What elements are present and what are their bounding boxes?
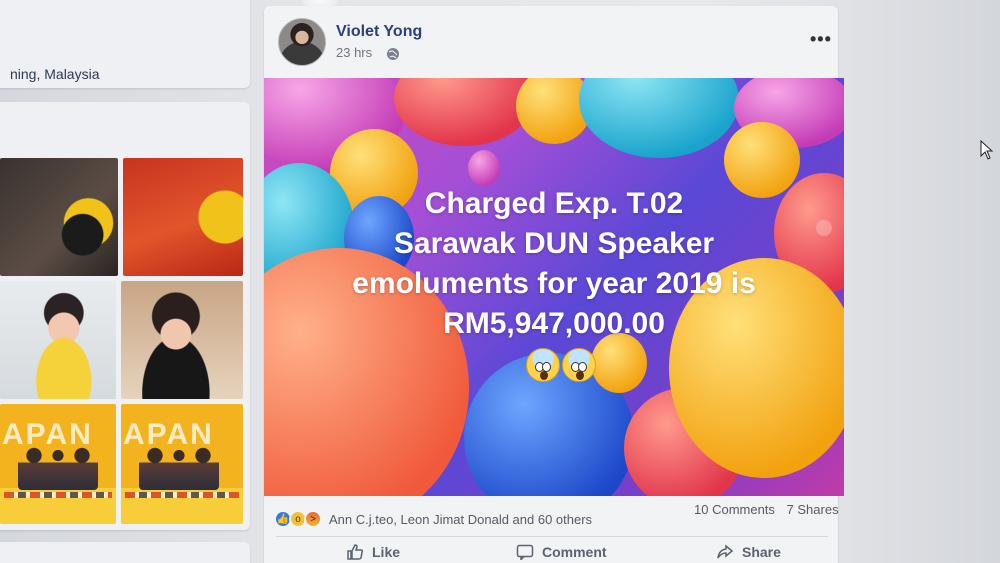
screaming-face-icon xyxy=(562,348,596,382)
share-button[interactable]: Share xyxy=(716,544,781,560)
shares-count[interactable]: 7 Shares xyxy=(787,502,839,517)
screen: ning, Malaysia APAN APAN Violet Yong 23 … xyxy=(0,0,1000,563)
reactions-summary[interactable]: 👍 o > Ann C.j.teo, Leon Jimat Donald and… xyxy=(274,508,592,530)
emoji-row xyxy=(524,348,604,388)
image-text-line: Sarawak DUN Speaker xyxy=(393,227,715,260)
share-label: Share xyxy=(742,544,781,560)
photo-thumbnail[interactable]: APAN xyxy=(0,404,116,524)
mouse-cursor-icon xyxy=(980,140,994,160)
comment-icon xyxy=(516,544,534,560)
engagement-counts: 10 Comments 7 Shares xyxy=(694,502,847,517)
comment-button[interactable]: Comment xyxy=(516,544,607,560)
logo-strip xyxy=(125,492,239,498)
image-text-line: RM5,947,000.00 xyxy=(443,307,665,340)
author-name[interactable]: Violet Yong xyxy=(336,23,422,41)
group-photo xyxy=(18,444,98,490)
photo-thumbnail[interactable] xyxy=(0,158,118,276)
photo-grid: APAN APAN xyxy=(0,158,245,528)
author-avatar[interactable] xyxy=(278,18,326,66)
post-image[interactable]: Charged Exp. T.02 Sarawak DUN Speaker em… xyxy=(264,78,844,496)
post-timestamp[interactable]: 23 hrs xyxy=(336,45,372,60)
comments-count[interactable]: 10 Comments xyxy=(694,502,775,517)
post-actions: Like Comment Share xyxy=(276,544,828,563)
more-options-icon[interactable]: ••• xyxy=(810,29,832,50)
divider xyxy=(276,536,828,537)
screaming-face-icon xyxy=(526,348,560,382)
photo-thumbnail[interactable] xyxy=(121,281,243,399)
angry-icon: > xyxy=(304,510,322,528)
image-text-line: emoluments for year 2019 is xyxy=(352,267,756,300)
location-text: ning, Malaysia xyxy=(10,66,100,82)
reaction-names[interactable]: Ann C.j.teo, Leon Jimat Donald and 60 ot… xyxy=(329,512,592,527)
logo-strip xyxy=(4,492,112,498)
globe-icon xyxy=(387,48,399,60)
group-photo xyxy=(139,444,219,490)
photo-thumbnail[interactable] xyxy=(123,158,243,276)
like-label: Like xyxy=(372,544,401,560)
like-button[interactable]: Like xyxy=(346,544,400,560)
thumbs-up-icon xyxy=(347,544,364,560)
post-image-text: Charged Exp. T.02 Sarawak DUN Speaker em… xyxy=(264,184,844,344)
comment-label: Comment xyxy=(542,544,607,560)
right-panel xyxy=(852,0,1000,563)
photo-thumbnail[interactable] xyxy=(0,281,116,399)
photo-thumbnail[interactable]: APAN xyxy=(121,404,243,524)
image-text-line: Charged Exp. T.02 xyxy=(424,187,684,220)
next-card xyxy=(0,542,250,563)
share-arrow-icon xyxy=(717,544,734,559)
